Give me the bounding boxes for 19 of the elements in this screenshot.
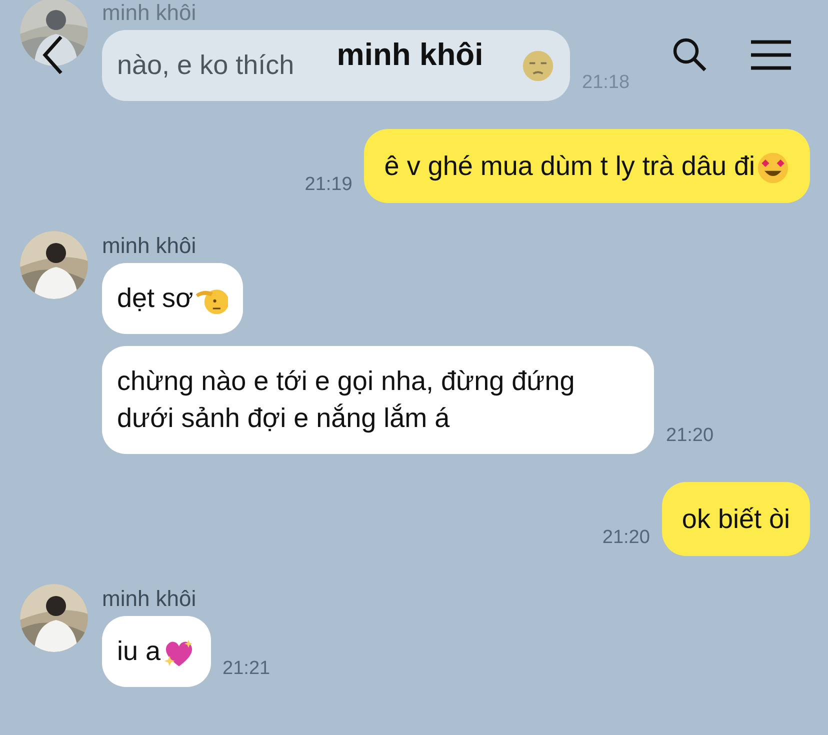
- message-time: 21:21: [222, 656, 270, 680]
- sender-name: minh khôi: [102, 0, 196, 27]
- search-icon: [672, 37, 708, 73]
- menu-icon: [750, 40, 791, 70]
- sender-name: minh khôi: [102, 585, 196, 613]
- message-text: nào, e ko thích: [117, 49, 294, 82]
- received-message-bubble: dẹt sơ: [102, 263, 244, 334]
- received-message-bubble: iu a: [102, 616, 211, 687]
- message-time: 21:20: [666, 424, 714, 448]
- sent-message-bubble: ok biết òi: [662, 482, 810, 556]
- message-time: 21:19: [304, 172, 352, 196]
- sender-name: minh khôi: [102, 232, 196, 260]
- message-time: 21:20: [602, 526, 650, 550]
- chat-title: minh khôi: [336, 36, 484, 74]
- sent-message-bubble: ê v ghé mua dùm t ly trà dâu đi: [364, 129, 810, 203]
- back-chevron-icon: [42, 35, 64, 75]
- unamused-face-icon: [521, 48, 555, 82]
- heart-eyes-emoji-icon: [756, 150, 790, 185]
- received-message-bubble: chừng nào e tới e gọi nha, đừng đứng dưới sảnh đợi e nắng lắm á: [102, 346, 654, 454]
